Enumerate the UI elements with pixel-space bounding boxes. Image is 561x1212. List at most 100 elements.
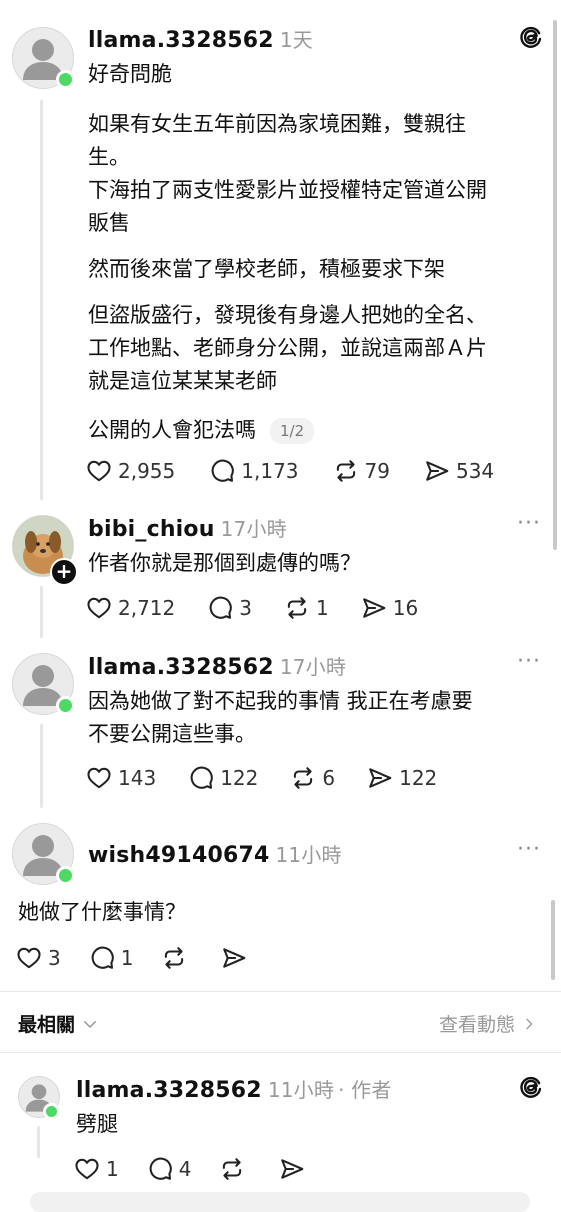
post-actions: 2,955 1,173 79 534 (86, 456, 528, 486)
share-button[interactable]: 534 (424, 458, 494, 484)
comment-icon (147, 1156, 173, 1182)
heart-icon (86, 458, 112, 484)
reply-author[interactable]: llama.3328562 11小時 · 作者 (76, 1074, 392, 1103)
like-count: 2,712 (118, 596, 176, 620)
username[interactable]: llama.3328562 (88, 28, 274, 53)
post-line: 然而後來當了學校老師，積極要求下架 (88, 257, 445, 281)
repost-button[interactable]: 79 (333, 458, 390, 484)
comment-button[interactable]: 1 (89, 945, 134, 971)
repost-count: 1 (316, 596, 329, 620)
like-button[interactable]: 3 (16, 945, 61, 971)
repost-button[interactable]: 1 (284, 595, 329, 621)
post-line: 生。 (88, 145, 130, 169)
reply-author[interactable]: wish49140674 11小時 (88, 839, 342, 868)
post-question: 公開的人會犯法嗎 (88, 418, 256, 442)
reply-time: 17小時 (220, 517, 287, 541)
comment-count: 3 (239, 596, 252, 620)
thread-line (40, 724, 43, 808)
more-options-icon[interactable]: ··· (517, 511, 541, 536)
comment-button[interactable]: 3 (207, 595, 252, 621)
threads-logo-icon[interactable] (518, 1074, 544, 1104)
username[interactable]: llama.3328562 (88, 655, 274, 680)
share-count: 534 (455, 459, 495, 483)
reply-input-bar[interactable] (30, 1192, 530, 1212)
repost-button[interactable] (161, 945, 187, 971)
share-button[interactable]: 122 (367, 765, 437, 791)
comment-count: 1 (120, 946, 134, 970)
reply-author[interactable]: bibi_chiou 17小時 (88, 513, 287, 542)
more-options-icon[interactable]: ··· (517, 837, 541, 862)
scrollbar[interactable] (551, 900, 555, 980)
scrollbar[interactable] (553, 20, 557, 550)
chevron-right-icon (526, 1018, 533, 1029)
heart-icon (86, 595, 112, 621)
page-indicator[interactable]: 1/2 (270, 418, 315, 444)
like-button[interactable]: 143 (86, 765, 156, 791)
like-button[interactable]: 1 (74, 1156, 119, 1182)
repost-icon (219, 1156, 245, 1182)
post-line: 如果有女生五年前因為家境困難，雙親往 (88, 112, 466, 136)
repost-icon (161, 945, 187, 971)
more-options-icon[interactable]: ··· (517, 649, 541, 674)
repost-button[interactable] (219, 1156, 245, 1182)
reply-text: 因為她做了對不起我的事情 我正在考慮要 (88, 689, 473, 713)
like-count: 2,955 (118, 459, 176, 483)
comment-button[interactable]: 122 (188, 765, 258, 791)
heart-icon (86, 765, 112, 791)
post-line: 公開的人會犯法嗎 1/2 (88, 414, 315, 447)
reply-text: 劈腿 (76, 1112, 118, 1136)
online-indicator (56, 696, 75, 715)
repost-icon (284, 595, 310, 621)
comment-button[interactable]: 4 (147, 1156, 192, 1182)
like-count: 3 (48, 946, 61, 970)
thread-line (40, 586, 43, 638)
repost-count: 6 (322, 766, 336, 790)
like-button[interactable]: 2,955 (86, 458, 175, 484)
share-count: 122 (399, 766, 438, 790)
comment-icon (209, 458, 235, 484)
username[interactable]: wish49140674 (88, 843, 269, 868)
comment-button[interactable]: 1,173 (209, 458, 299, 484)
send-icon (361, 595, 387, 621)
sort-label: 最相關 (18, 1014, 76, 1036)
author-badge: · 作者 (338, 1078, 392, 1102)
follow-plus-icon[interactable]: + (50, 558, 78, 586)
post-time: 1天 (279, 28, 313, 52)
view-activity-link[interactable]: 查看動態 (439, 1010, 537, 1037)
reply-time: 17小時 (279, 655, 347, 679)
post-line: 但盜版盛行，發現後有身邊人把她的全名、 (88, 303, 487, 327)
share-button[interactable]: 16 (361, 595, 418, 621)
divider (0, 1052, 561, 1053)
like-count: 143 (118, 766, 157, 790)
comment-count: 122 (220, 766, 259, 790)
repost-count: 79 (364, 459, 390, 483)
share-button[interactable] (279, 1156, 305, 1182)
chevron-down-icon (84, 1020, 97, 1028)
online-indicator (43, 1103, 60, 1120)
view-activity-label: 查看動態 (439, 1014, 516, 1036)
send-icon (221, 945, 247, 971)
reply-time: 11小時 (275, 843, 342, 867)
send-icon (367, 765, 393, 791)
post-line: 下海拍了兩支性愛影片並授權特定管道公開 (88, 178, 487, 202)
like-button[interactable]: 2,712 (86, 595, 175, 621)
like-count: 1 (106, 1157, 119, 1181)
repost-button[interactable]: 6 (290, 765, 335, 791)
comment-count: 4 (178, 1157, 192, 1181)
online-indicator (56, 70, 75, 89)
reply-time: 11小時 (267, 1078, 335, 1102)
threads-logo-icon[interactable] (518, 24, 544, 54)
reply-text: 她做了什麼事情？ (18, 900, 186, 924)
username[interactable]: bibi_chiou (88, 517, 215, 542)
post-title: 好奇問脆 (88, 62, 172, 86)
reply-author[interactable]: llama.3328562 17小時 (88, 651, 346, 680)
username[interactable]: llama.3328562 (76, 1078, 262, 1103)
sort-dropdown[interactable]: 最相關 (18, 1010, 99, 1037)
send-icon (279, 1156, 305, 1182)
share-count: 16 (392, 596, 419, 620)
reply-actions: 2,712 3 1 16 (86, 593, 452, 623)
divider (0, 991, 561, 992)
repost-icon (290, 765, 316, 791)
share-button[interactable] (221, 945, 247, 971)
post-author[interactable]: llama.3328562 1天 (88, 24, 313, 53)
